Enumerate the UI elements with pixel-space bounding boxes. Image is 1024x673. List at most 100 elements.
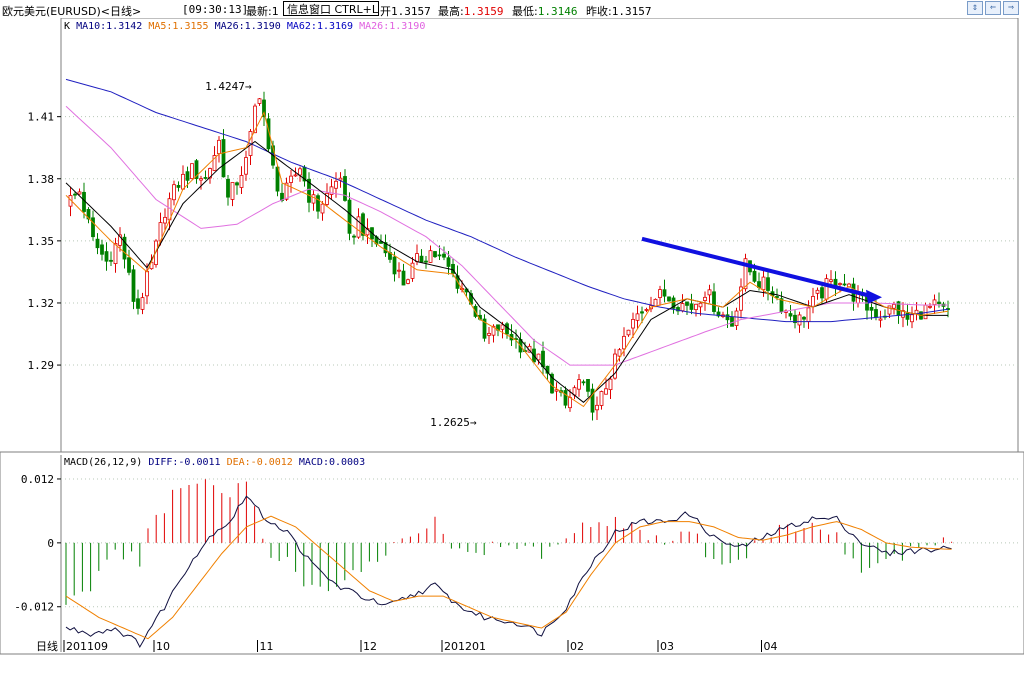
price-tick-label: 1.38 (28, 173, 55, 186)
candle-body (230, 182, 235, 200)
candle-body (689, 303, 694, 310)
candle-body (343, 176, 347, 201)
macd-dea-line (65, 515, 952, 640)
low-label: 最低: (512, 5, 538, 18)
forex-chart[interactable]: 1.41 1.38 1.35 1.32 1.29 0.012 0 -0.012 1.4247→ 1… (0, 18, 1024, 673)
candle-body (406, 279, 410, 284)
info-window-popup[interactable]: 信息窗口 CTRL+L (283, 1, 379, 16)
candle-body (100, 244, 104, 255)
candle-body (599, 391, 604, 406)
price-tick-label: 1.35 (28, 235, 55, 248)
candle-body (127, 257, 131, 273)
candle-body (829, 279, 833, 282)
candle-body (703, 296, 707, 302)
candle-body (608, 378, 613, 391)
candle-body (446, 257, 451, 267)
candle-body (347, 199, 352, 234)
candle-body (392, 256, 397, 275)
restore-icon[interactable]: ⇕ (967, 1, 983, 15)
candle-body (766, 277, 770, 291)
candle-body (806, 307, 811, 322)
candle-body (640, 311, 644, 314)
candle-body (203, 177, 208, 179)
candle-body (811, 296, 815, 307)
candle-body (761, 276, 766, 291)
candle-body (910, 314, 914, 323)
x-axis-label: 11 (260, 640, 274, 653)
candle-body (667, 296, 671, 302)
candle-body (352, 235, 356, 238)
candle-body (73, 193, 77, 196)
symbol-title: 欧元美元(EURUSD)<日线> (2, 5, 142, 18)
candle-body (874, 309, 878, 318)
candle-body (928, 305, 932, 308)
candle-body (334, 180, 338, 189)
candle-body (631, 319, 635, 329)
x-axis-label: 02 (570, 640, 584, 653)
candle-body (77, 191, 82, 195)
candle-body (788, 313, 793, 317)
x-axis-label: 12 (363, 640, 377, 653)
candle-body (824, 278, 829, 300)
candle-body (685, 301, 689, 306)
candle-body (437, 254, 442, 257)
candle-body (397, 269, 401, 272)
open-value: 1.3157 (391, 5, 431, 18)
open-label: 开 (380, 5, 391, 18)
candle-body (113, 243, 118, 264)
info-bar: 欧元美元(EURUSD)<日线> [09:30:13] 最新:1 开1.3157… (0, 0, 1024, 18)
candle-body (217, 139, 221, 154)
candle-body (95, 238, 100, 249)
candle-body (410, 262, 415, 279)
x-axis-label: 10 (156, 640, 170, 653)
candle-body (433, 251, 437, 258)
candle-body (289, 175, 293, 183)
candle-body (298, 168, 302, 176)
price-tick-label: 1.41 (28, 111, 55, 124)
candle-body (428, 250, 433, 263)
candle-body (712, 291, 716, 312)
candle-body (356, 216, 361, 238)
trend-arrow-line (641, 236, 869, 298)
macd-tick-label: 0 (47, 537, 54, 550)
candle-body (199, 178, 203, 181)
candle-body (563, 390, 568, 406)
candle-body (140, 297, 145, 310)
candle-body (937, 301, 941, 305)
candle-body (541, 350, 545, 368)
candle-body (932, 299, 937, 305)
candle-body (775, 296, 779, 298)
ma62-line (65, 78, 949, 323)
forward-icon[interactable]: ⇒ (1003, 1, 1019, 15)
candle-body (311, 194, 316, 204)
price-tick-label: 1.32 (28, 297, 55, 310)
candle-body (451, 263, 455, 274)
candle-body (221, 139, 226, 178)
candle-body (658, 289, 662, 298)
macd-diff-line (65, 495, 952, 649)
candle-body (536, 353, 541, 361)
candle-body (401, 270, 406, 286)
candle-body (635, 313, 640, 321)
high-value: 1.3159 (463, 5, 504, 18)
ma10-line (65, 140, 948, 403)
candle-body (131, 269, 136, 302)
trend-arrow-head (866, 289, 882, 304)
price-tick-label: 1.29 (28, 359, 55, 372)
candle-body (869, 307, 874, 311)
candle-body (887, 305, 892, 315)
candle-body (725, 314, 730, 321)
price-annotation: 1.2625→ (430, 416, 477, 429)
candle-body (838, 283, 842, 285)
candle-body (604, 388, 608, 395)
candle-body (878, 318, 883, 321)
candle-body (586, 379, 590, 392)
candle-body (244, 157, 248, 175)
back-icon[interactable]: ⇐ (985, 1, 1001, 15)
x-axis-label: 04 (764, 640, 778, 653)
candle-body (91, 217, 95, 238)
candle-body (239, 175, 244, 188)
candle-body (617, 349, 622, 357)
candle-body (595, 404, 599, 411)
candle-body (181, 173, 185, 190)
